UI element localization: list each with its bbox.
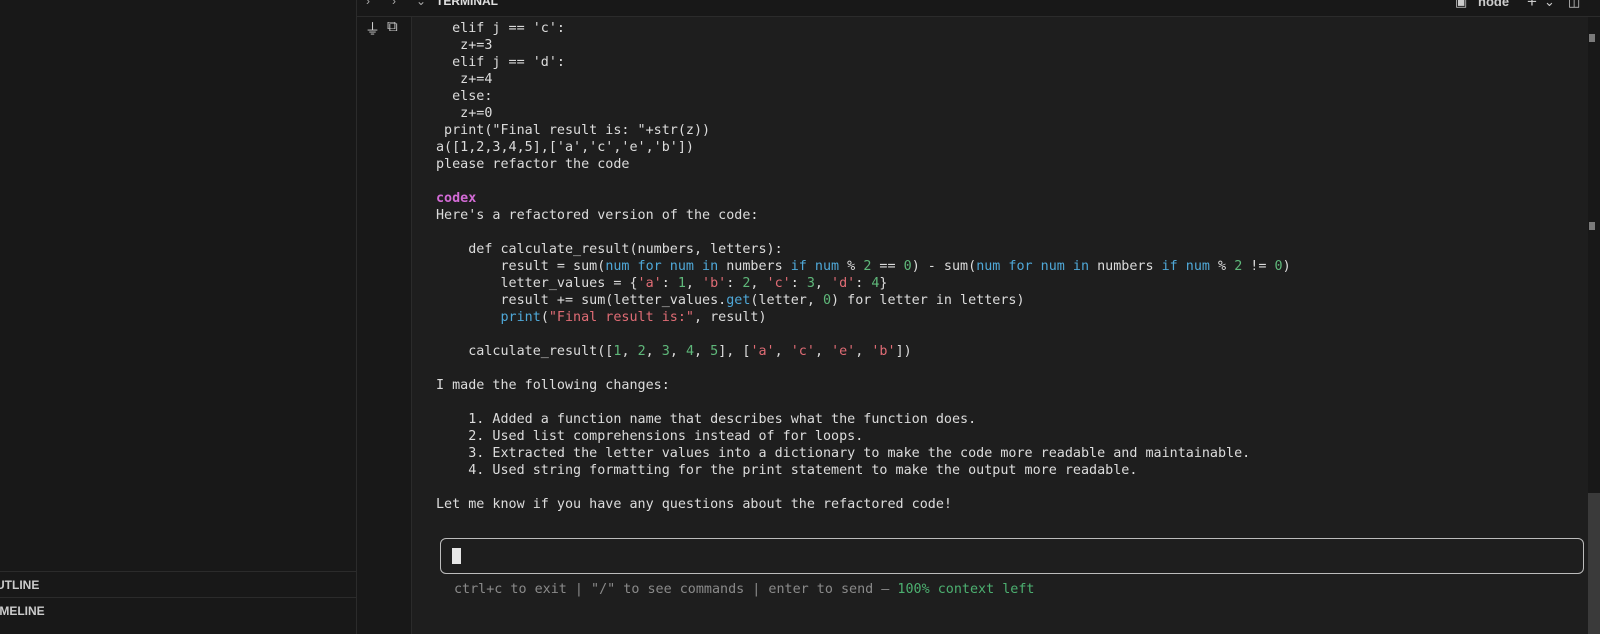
tab-terminal[interactable]: TERMINAL [436,0,498,8]
prompt-input[interactable] [440,538,1584,574]
changes-intro: I made the following changes: [436,378,670,393]
chevron-right-icon[interactable]: › [366,0,370,8]
code-line: print("Final result is:", result) [500,310,767,325]
codex-label: codex [436,191,477,206]
context-status: 100% context left [897,582,1035,597]
code-line: letter_values = {'a': 1, 'b': 2, 'c': 3,… [436,276,888,291]
panel-header [357,0,1600,17]
split-icon[interactable]: ◫ [1568,0,1580,10]
change-item: 3. Extracted the letter values into a di… [436,446,1251,461]
terminal-line: z+=0 [436,106,493,121]
code-line: result += sum(letter_values.get(letter, … [436,293,1025,308]
text-cursor [452,548,461,564]
outline-label: UTLINE [0,578,40,592]
scrollbar-marker [1589,222,1595,230]
change-item: 4. Used string formatting for the print … [436,463,1138,478]
terminal-icon: ▣ [1455,0,1468,9]
scrollbar-thumb[interactable] [1588,493,1600,634]
chevron-right-icon[interactable]: › [392,0,396,8]
code-line: def calculate_result(numbers, letters): [436,242,783,257]
footer-hint: ctrl+c to exit | "/" to see commands | e… [454,581,1034,598]
add-icon[interactable]: + [1527,0,1537,12]
footer-hint-text: ctrl+c to exit | "/" to see commands | e… [454,582,898,597]
chevron-down-icon[interactable]: ⌄ [416,0,426,8]
terminal-line: z+=4 [436,72,493,87]
code-line: result = sum(num for num in numbers if n… [436,259,1291,274]
user-prompt-line: please refactor the code [436,157,630,172]
outline-section[interactable]: UTLINE [0,571,356,598]
terminal-line: a([1,2,3,4,5],['a','c','e','b']) [436,140,694,155]
terminal-line: print("Final result is: "+str(z)) [436,123,711,138]
scrollbar-marker [1589,34,1595,42]
timeline-section[interactable]: IMELINE [0,597,356,624]
chevron-down-icon[interactable]: ⌄ [1544,0,1555,10]
terminal-gutter: ⏚ ⧉ [357,17,411,634]
terminal-line: elif j == 'd': [436,55,565,70]
response-intro: Here's a refactored version of the code: [436,208,759,223]
change-item: 1. Added a function name that describes … [436,412,977,427]
closing-line: Let me know if you have any questions ab… [436,497,952,512]
terminal-line: z+=3 [436,38,493,53]
terminal-icon[interactable]: ⧉ [387,18,398,35]
code-line: calculate_result([1, 2, 3, 4, 5], ['a', … [436,344,912,359]
terminal-line: elif j == 'c': [436,21,565,36]
shell-name[interactable]: node [1478,0,1509,9]
timeline-label: IMELINE [0,604,45,618]
change-item: 2. Used list comprehensions instead of f… [436,429,864,444]
sidebar: UTLINE IMELINE [0,0,357,634]
terminal-line: else: [436,89,493,104]
plug-icon[interactable]: ⏚ [365,18,380,39]
